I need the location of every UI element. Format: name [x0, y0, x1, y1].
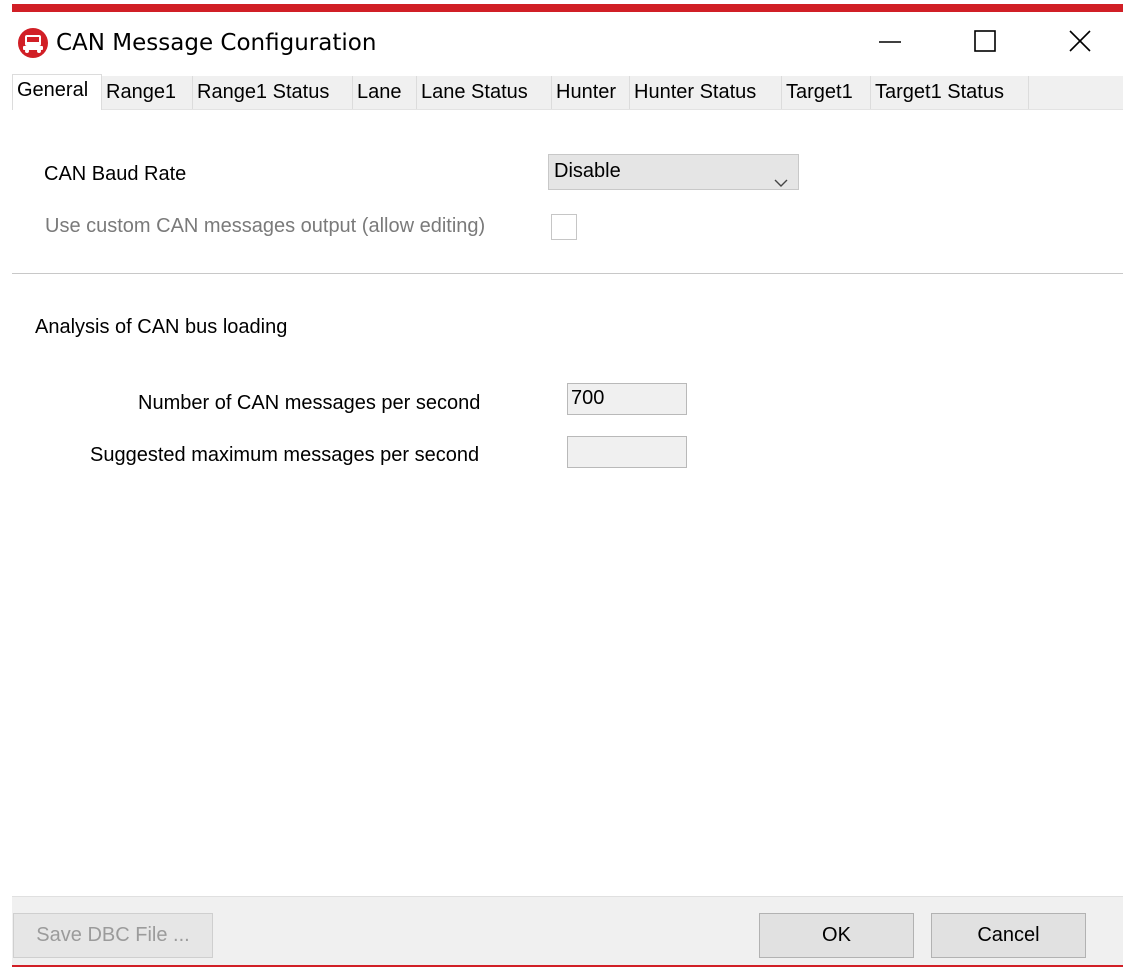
tab-range1[interactable]: Range1	[102, 76, 193, 109]
custom-output-label: Use custom CAN messages output (allow ed…	[45, 215, 486, 237]
analysis-heading: Analysis of CAN bus loading	[35, 316, 288, 338]
tab-hunter[interactable]: Hunter	[552, 76, 630, 109]
tab-general[interactable]: General	[12, 74, 102, 110]
messages-per-second-field[interactable]: 700	[567, 383, 687, 415]
maximize-icon	[973, 29, 997, 58]
can-baud-rate-label: CAN Baud Rate	[44, 163, 187, 185]
window-accent-border-bottom	[12, 965, 1123, 967]
custom-output-checkbox[interactable]	[551, 214, 577, 240]
minimize-icon	[878, 29, 902, 58]
tab-lane[interactable]: Lane	[353, 76, 417, 109]
tab-hunter-status[interactable]: Hunter Status	[630, 76, 782, 109]
window-title: CAN Message Configuration	[56, 30, 377, 56]
close-icon	[1068, 29, 1092, 58]
tab-strip: General Range1 Range1 Status Lane Lane S…	[12, 74, 1123, 110]
minimize-button[interactable]	[855, 12, 925, 74]
title-bar[interactable]: CAN Message Configuration	[12, 12, 1123, 74]
tab-range1-status[interactable]: Range1 Status	[193, 76, 353, 109]
suggested-max-field[interactable]	[567, 436, 687, 468]
can-baud-rate-dropdown[interactable]: Disable	[548, 154, 799, 190]
app-logo-icon	[16, 27, 50, 59]
ok-button[interactable]: OK	[759, 913, 914, 958]
close-button[interactable]	[1045, 12, 1115, 74]
tab-lane-status[interactable]: Lane Status	[417, 76, 552, 109]
window-accent-border-top	[12, 4, 1123, 12]
messages-per-second-label: Number of CAN messages per second	[138, 392, 481, 414]
can-baud-rate-value: Disable	[554, 160, 621, 182]
cancel-button[interactable]: Cancel	[931, 913, 1086, 958]
suggested-max-label: Suggested maximum messages per second	[90, 444, 480, 466]
section-divider	[12, 273, 1123, 274]
chevron-down-icon	[774, 166, 788, 187]
tab-target1[interactable]: Target1	[782, 76, 871, 109]
save-dbc-file-button[interactable]: Save DBC File ...	[13, 913, 213, 958]
general-tab-panel: CAN Baud Rate Disable Use custom CAN mes…	[12, 110, 1123, 896]
tab-target1-status[interactable]: Target1 Status	[871, 76, 1029, 109]
maximize-button[interactable]	[950, 12, 1020, 74]
can-message-configuration-window: CAN Message Configuration General Range1…	[0, 0, 1123, 969]
dialog-footer: Save DBC File ... OK Cancel	[12, 896, 1123, 965]
